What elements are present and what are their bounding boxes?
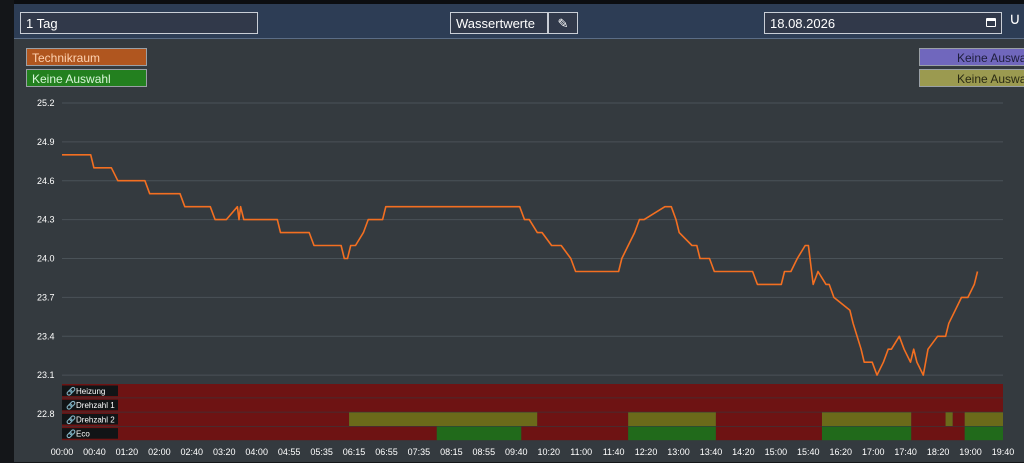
y-tick-label: 22.8 [37,409,55,419]
x-tick-label: 04:00 [245,447,268,457]
status-segment [715,426,822,441]
x-tick-label: 02:00 [148,447,171,457]
x-tick-label: 11:40 [603,447,625,457]
x-tick-label: 18:20 [927,447,950,457]
app-window: 1 Tag Wassertwerte ✎ 18.08.2026 ∪ Techni… [0,0,1024,462]
x-tick-label: 02:40 [181,447,204,457]
status-segment [349,412,538,426]
link-icon: 🔗 [66,429,76,439]
status-row-label: Drehzahl 2 [76,415,115,424]
x-tick-label: 15:00 [765,447,788,457]
y-tick-label: 24.3 [37,215,55,225]
chart-panel: Technikraum Keine Auswahl Keine Auswahl … [14,38,1024,462]
edit-button[interactable]: ✎ [548,12,578,34]
status-row-label: Drehzahl 1 [76,401,115,410]
y-tick-label: 24.0 [37,254,55,264]
x-tick-label: 17:00 [862,447,885,457]
time-range-field[interactable]: 1 Tag [20,12,258,34]
temperature-chart: 25.224.924.624.324.023.723.423.122.8🔗 Hei… [37,98,1015,457]
y-tick-label: 23.7 [37,292,55,302]
status-segment [964,412,1003,426]
partial-logo-icon[interactable]: ∪ [1009,10,1024,30]
status-segment [62,384,1003,398]
status-segment [952,412,965,426]
status-segment [521,426,629,441]
date-value: 18.08.2026 [770,16,836,31]
x-tick-label: 00:00 [51,447,74,457]
x-tick-label: 15:40 [797,447,820,457]
x-tick-label: 10:20 [537,447,560,457]
status-segment [628,412,716,426]
series-line-technikraum [62,154,979,376]
x-tick-label: 19:00 [959,447,982,457]
toolbar: 1 Tag Wassertwerte ✎ 18.08.2026 ∪ [14,0,1024,38]
status-segment [964,426,1003,441]
view-select[interactable]: Wassertwerte [450,12,548,34]
y-tick-label: 23.4 [37,331,55,341]
x-tick-label: 09:40 [505,447,528,457]
pencil-icon: ✎ [557,16,569,31]
calendar-icon[interactable] [986,18,996,27]
x-tick-label: 17:40 [894,447,917,457]
status-segment [911,426,965,441]
status-segment [715,412,822,426]
status-row-label: Eco [76,430,90,439]
status-row-label: Heizung [76,387,105,396]
x-tick-label: 14:20 [732,447,755,457]
status-segment [436,426,522,441]
y-tick-label: 25.2 [37,98,55,108]
y-tick-label: 24.6 [37,176,55,186]
date-input[interactable]: 18.08.2026 [764,12,1002,34]
x-tick-label: 06:55 [375,447,398,457]
status-segment [911,412,946,426]
x-tick-label: 07:35 [408,447,431,457]
x-tick-label: 11:00 [570,447,592,457]
x-tick-label: 13:00 [667,447,690,457]
x-tick-label: 03:20 [213,447,236,457]
x-tick-label: 13:40 [700,447,723,457]
x-tick-label: 12:20 [635,447,658,457]
status-segment [62,398,1003,412]
status-segment [821,412,912,426]
x-tick-label: 01:20 [116,447,139,457]
x-tick-label: 08:15 [440,447,463,457]
y-tick-label: 23.1 [37,370,55,380]
link-icon: 🔗 [66,386,76,396]
x-tick-label: 16:20 [829,447,852,457]
status-segment [537,412,629,426]
link-icon: 🔗 [66,400,76,410]
x-tick-label: 19:40 [992,447,1015,457]
x-tick-label: 05:35 [310,447,333,457]
link-icon: 🔗 [66,414,76,424]
y-tick-label: 24.9 [37,137,55,147]
x-tick-label: 04:55 [278,447,301,457]
x-tick-label: 06:15 [343,447,366,457]
status-segment [945,412,953,426]
x-tick-label: 00:40 [83,447,106,457]
status-segment [821,426,912,441]
status-segment [628,426,716,441]
x-tick-label: 08:55 [473,447,496,457]
status-segment [62,426,437,441]
